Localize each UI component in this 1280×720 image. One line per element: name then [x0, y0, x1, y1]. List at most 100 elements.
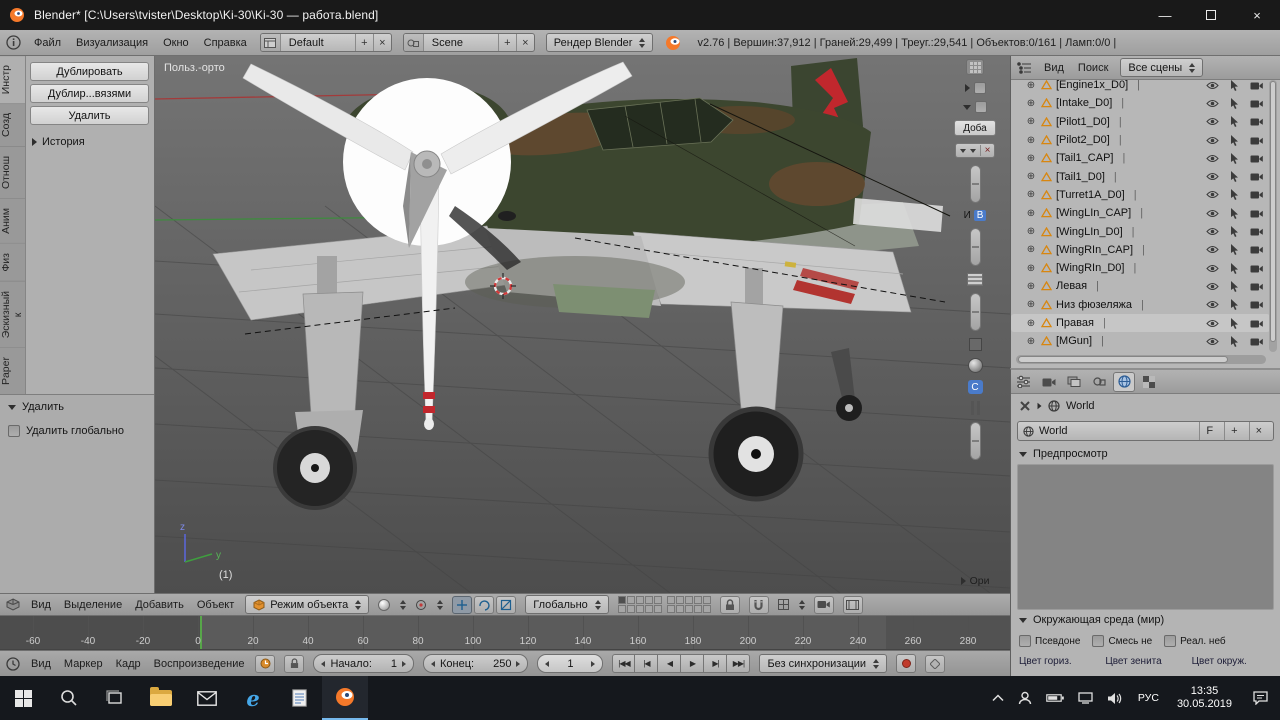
- selectability-arrow-icon[interactable]: [1230, 116, 1239, 127]
- checkbox-icon[interactable]: [1164, 635, 1176, 647]
- 3d-viewport[interactable]: z y Польз.-орто (1) Доба × И В С Ори: [155, 56, 1010, 593]
- outliner-item[interactable]: ⊕Низ фюзеляжа|: [1011, 296, 1270, 314]
- visibility-eye-icon[interactable]: [1206, 209, 1219, 218]
- add-scene-button[interactable]: +: [498, 34, 516, 51]
- layer-toggle[interactable]: [694, 596, 702, 604]
- selectability-arrow-icon[interactable]: [1230, 135, 1239, 146]
- checkbox-icon[interactable]: [1019, 635, 1031, 647]
- fake-user-button[interactable]: F: [1199, 422, 1219, 440]
- edge-button[interactable]: e: [230, 676, 276, 720]
- scrollbar-thumb[interactable]: [1270, 81, 1276, 342]
- unlink-datablock-button[interactable]: ×: [1249, 422, 1268, 440]
- visibility-eye-icon[interactable]: [1206, 300, 1219, 309]
- opengl-render-anim-button[interactable]: [843, 596, 863, 614]
- screen-layout-selector[interactable]: Default + ×: [260, 33, 392, 52]
- info-editor-icon[interactable]: [6, 35, 21, 50]
- increment-arrow-icon[interactable]: [402, 661, 406, 667]
- viewport-editor-icon[interactable]: [6, 598, 20, 611]
- play-reverse-button[interactable]: ◀: [658, 654, 681, 673]
- jump-to-start-button[interactable]: |◀◀: [612, 654, 635, 673]
- layer-toggle[interactable]: [703, 605, 711, 613]
- jump-to-end-button[interactable]: ▶▶|: [727, 654, 750, 673]
- jump-to-prev-keyframe-button[interactable]: |◀: [635, 654, 658, 673]
- selectability-arrow-icon[interactable]: [1230, 263, 1239, 274]
- menu-help[interactable]: Справка: [202, 35, 249, 51]
- view-menu[interactable]: Вид: [29, 597, 53, 613]
- expand-icon[interactable]: ⊕: [1025, 299, 1037, 310]
- preview-range-button[interactable]: [255, 655, 275, 673]
- file-explorer-button[interactable]: [138, 676, 184, 720]
- orientations-panel-header[interactable]: Ори: [961, 575, 990, 587]
- decrement-arrow-icon[interactable]: [545, 661, 549, 667]
- timeline-editor-icon[interactable]: [6, 657, 20, 671]
- menu-window[interactable]: Окно: [161, 35, 191, 51]
- renderability-camera-icon[interactable]: [1250, 136, 1263, 145]
- outliner-item[interactable]: ⊕[Tail1_D0]|: [1011, 167, 1270, 185]
- layer-toggle[interactable]: [645, 605, 653, 613]
- render-layers-tab-icon[interactable]: [1063, 372, 1085, 392]
- checkbox-icon[interactable]: [8, 425, 20, 437]
- selectability-arrow-icon[interactable]: [1230, 80, 1239, 91]
- renderability-camera-icon[interactable]: [1250, 319, 1263, 328]
- selectability-arrow-icon[interactable]: [1230, 189, 1239, 200]
- tool-button[interactable]: Удалить: [30, 106, 149, 125]
- layer-toggle[interactable]: [703, 596, 711, 604]
- expand-icon[interactable]: ⊕: [1025, 135, 1037, 146]
- value-slider[interactable]: [970, 228, 981, 266]
- environment-panel-header[interactable]: Окружающая среда (мир): [1011, 610, 1280, 630]
- cube-swatch-icon[interactable]: [969, 338, 982, 351]
- toolshelf-tab[interactable]: Paper: [0, 348, 25, 395]
- layer-toggle[interactable]: [676, 596, 684, 604]
- checkbox-icon[interactable]: [975, 101, 987, 113]
- renderability-camera-icon[interactable]: [1250, 337, 1263, 346]
- select-menu[interactable]: Выделение: [62, 597, 124, 613]
- visibility-eye-icon[interactable]: [1206, 172, 1219, 181]
- outliner-item[interactable]: ⊕[Pilot2_D0]|: [1011, 131, 1270, 149]
- new-datablock-button[interactable]: +: [1224, 422, 1243, 440]
- renderability-camera-icon[interactable]: [1250, 154, 1263, 163]
- timeline-ruler[interactable]: -60-40-200204060801001201401601802002202…: [0, 616, 1010, 650]
- outliner-item[interactable]: ⊕Левая|: [1011, 277, 1270, 295]
- expand-icon[interactable]: ⊕: [1025, 226, 1037, 237]
- outliner-item[interactable]: ⊕[Pilot1_D0]|: [1011, 113, 1270, 131]
- renderability-camera-icon[interactable]: [1250, 264, 1263, 273]
- object-menu[interactable]: Объект: [195, 597, 236, 613]
- end-frame-field[interactable]: Конец: 250: [423, 654, 528, 673]
- value-slider[interactable]: [970, 165, 981, 203]
- render-tab-icon[interactable]: [1038, 372, 1060, 392]
- layer-toggle[interactable]: [636, 596, 644, 604]
- toolshelf-tab[interactable]: Аним: [0, 199, 25, 244]
- language-indicator[interactable]: РУС: [1129, 692, 1168, 704]
- delete-layout-button[interactable]: ×: [373, 34, 391, 51]
- expand-icon[interactable]: ⊕: [1025, 336, 1037, 347]
- selectability-arrow-icon[interactable]: [1230, 171, 1239, 182]
- visibility-eye-icon[interactable]: [1206, 154, 1219, 163]
- outliner-item[interactable]: ⊕[MGun]|: [1011, 332, 1270, 350]
- close-button[interactable]: ×: [1234, 0, 1280, 30]
- outliner-editor-icon[interactable]: [1017, 62, 1032, 74]
- tool-button[interactable]: Дублировать: [30, 62, 149, 81]
- mail-button[interactable]: [184, 676, 230, 720]
- timeline-menu-view[interactable]: Вид: [29, 656, 53, 672]
- increment-arrow-icon[interactable]: [516, 661, 520, 667]
- keying-set-button[interactable]: [925, 655, 945, 673]
- layer-toggle[interactable]: [636, 605, 644, 613]
- notepad-button[interactable]: [276, 676, 322, 720]
- iv-toggle[interactable]: И В: [964, 210, 987, 221]
- timeline-menu-playback[interactable]: Воспроизведение: [152, 656, 247, 672]
- rotate-manipulator-button[interactable]: [474, 596, 494, 614]
- current-frame-field[interactable]: 1: [537, 654, 603, 673]
- expand-icon[interactable]: ⊕: [1025, 263, 1037, 274]
- add-layout-button[interactable]: +: [355, 34, 373, 51]
- layer-toggle[interactable]: [618, 605, 626, 613]
- checkbox-icon[interactable]: [1092, 635, 1104, 647]
- layer-toggle[interactable]: [685, 605, 693, 613]
- scale-manipulator-button[interactable]: [496, 596, 516, 614]
- layer-toggle[interactable]: [618, 596, 626, 604]
- expand-icon[interactable]: ⊕: [1025, 116, 1037, 127]
- renderability-camera-icon[interactable]: [1250, 300, 1263, 309]
- volume-tray-button[interactable]: [1100, 676, 1129, 720]
- history-panel-header[interactable]: История: [32, 136, 85, 148]
- env-checkbox[interactable]: Реал. неб: [1164, 635, 1225, 647]
- selectability-arrow-icon[interactable]: [1230, 318, 1239, 329]
